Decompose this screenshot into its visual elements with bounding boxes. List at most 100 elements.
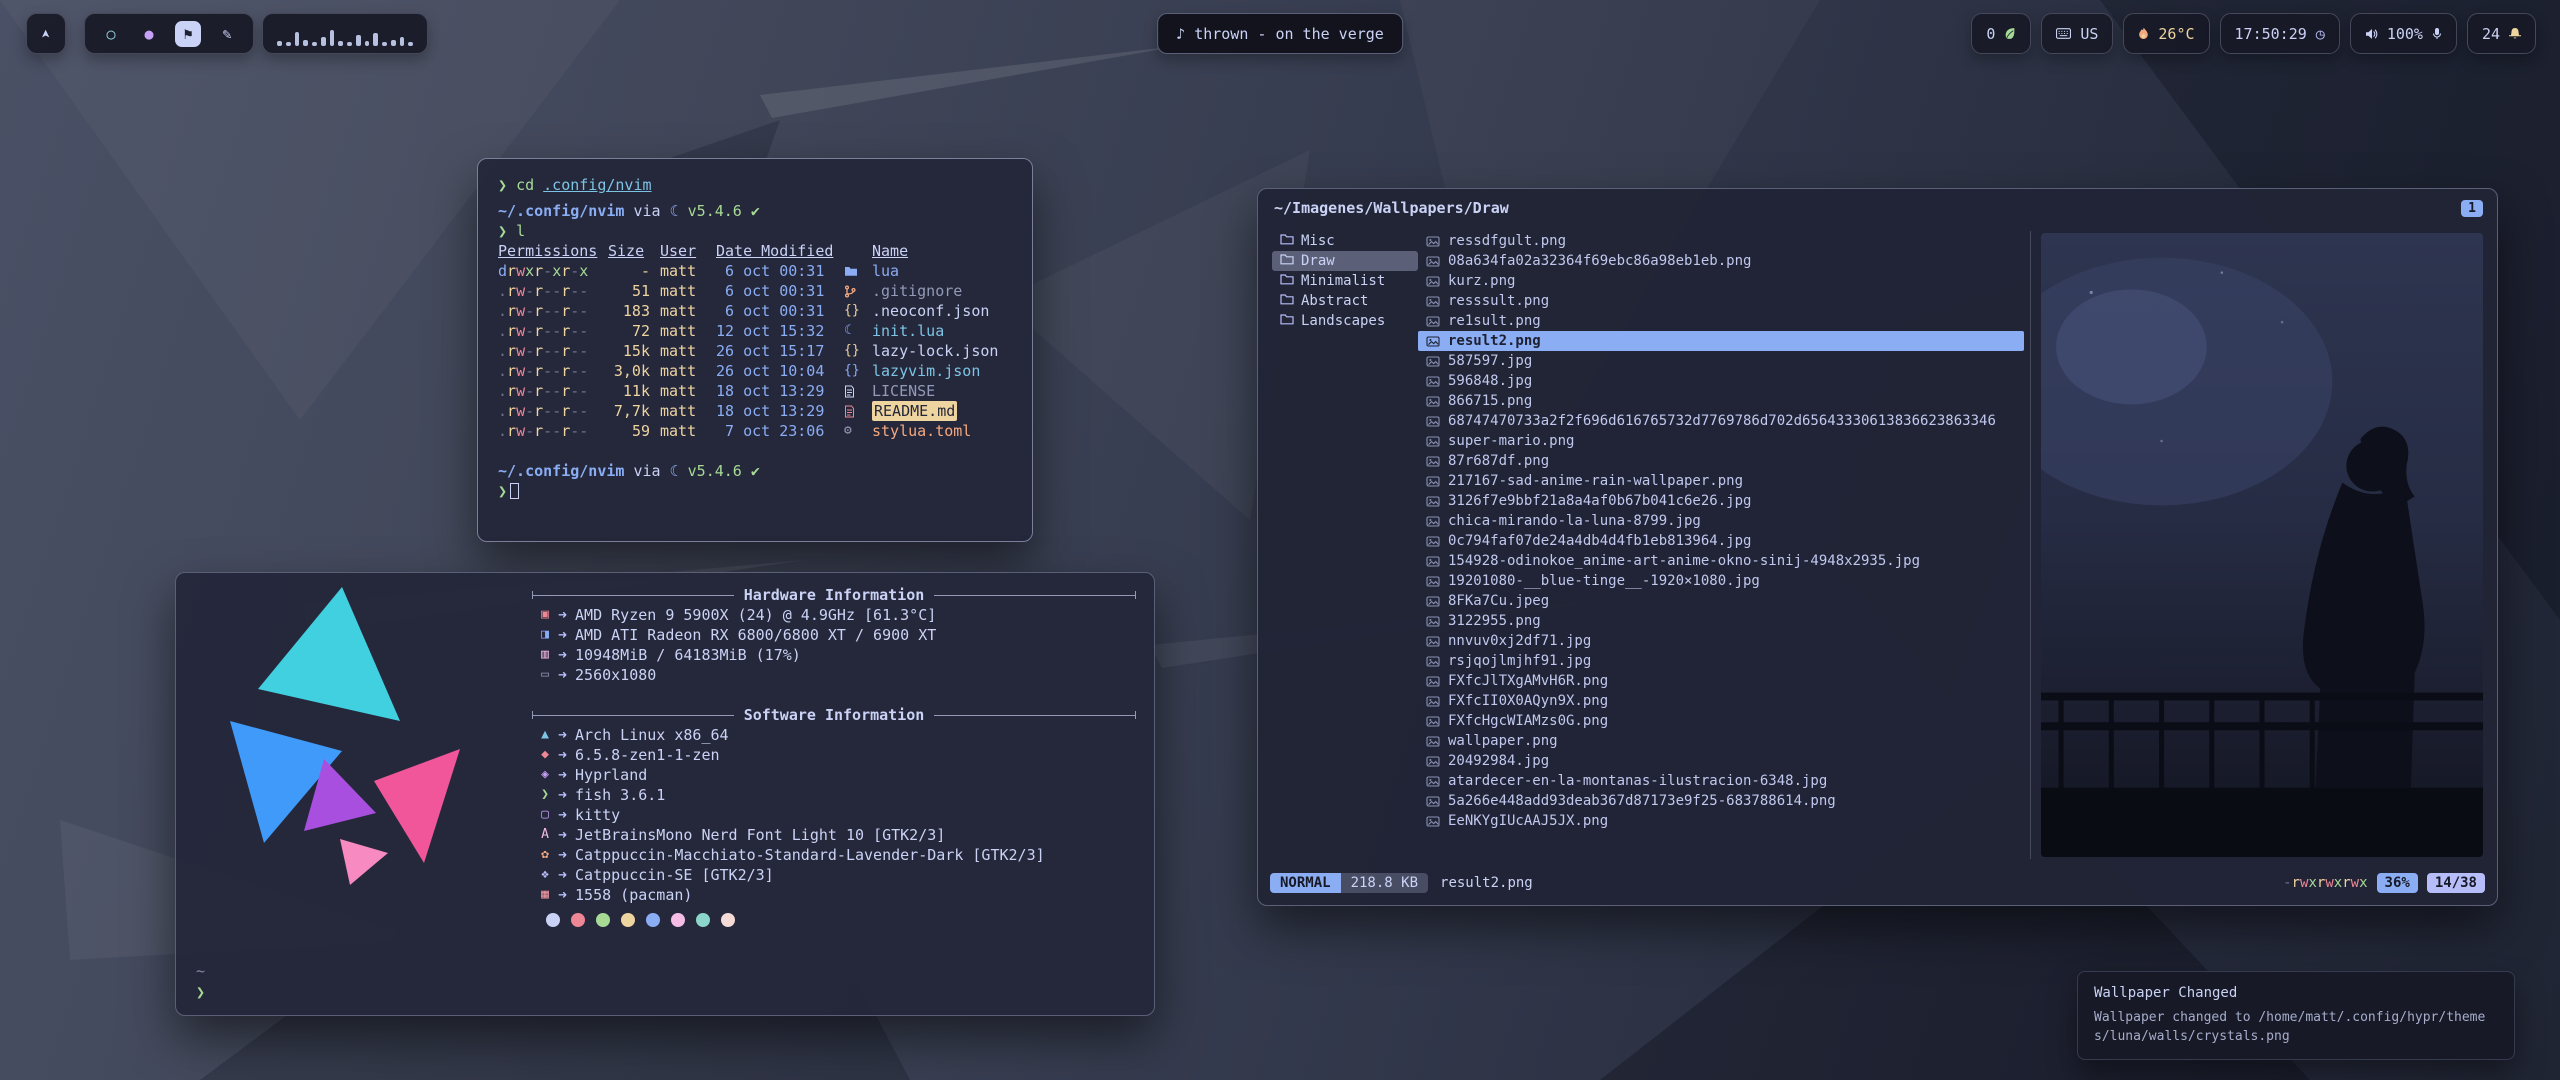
tab-badge[interactable]: 1	[2461, 200, 2483, 217]
image-icon	[1426, 316, 1440, 327]
flame-icon	[2138, 27, 2149, 41]
file-row[interactable]: 87r687df.png	[1418, 451, 2024, 471]
file-row[interactable]: kurz.png	[1418, 271, 2024, 291]
visualizer-bar	[400, 37, 405, 46]
visualizer-bar	[356, 35, 361, 46]
visualizer-bar	[321, 37, 326, 46]
folder-sidebar: MiscDrawMinimalistAbstractLandscapes	[1268, 231, 1418, 859]
file-row[interactable]: 154928-odinokoe_anime-art-anime-okno-sin…	[1418, 551, 2024, 571]
visualizer-bar	[286, 42, 291, 46]
os-icon: ▲	[532, 725, 558, 745]
color-palette	[546, 913, 1136, 927]
git-icon	[844, 285, 866, 298]
listing-row: .rw-r--r--72matt12 oct 15:32☾init.lua	[498, 321, 1012, 341]
image-icon	[1426, 356, 1440, 367]
info-line: ▣➜AMD Ryzen 9 5900X (24) @ 4.9GHz [61.3°…	[532, 605, 1136, 625]
keyboard-layout: US	[2080, 25, 2098, 43]
file-row[interactable]: EeNKYgIUcAAJ5JX.png	[1418, 811, 2024, 831]
gpu-icon: ◨	[532, 625, 558, 645]
braces-icon: {}	[844, 301, 866, 321]
file-row[interactable]: 596848.jpg	[1418, 371, 2024, 391]
prompt-context: ~/.config/nvim via ☾ v5.4.6 ✔	[498, 201, 1012, 221]
file-row[interactable]: 20492984.jpg	[1418, 751, 2024, 771]
arrow-icon: ➜	[558, 885, 567, 905]
file-row[interactable]: 8FKa7Cu.jpeg	[1418, 591, 2024, 611]
scroll-progress: 36%	[2377, 873, 2418, 893]
column-header: Name	[872, 241, 908, 261]
file-row[interactable]: 19201080-__blue-tinge__-1920×1080.jpg	[1418, 571, 2024, 591]
file-row[interactable]: 587597.jpg	[1418, 351, 2024, 371]
visualizer-bar	[373, 33, 378, 46]
file-row[interactable]: resssult.png	[1418, 291, 2024, 311]
arrow-icon: ➜	[558, 825, 567, 845]
image-icon	[1426, 476, 1440, 487]
file-row[interactable]: 3122955.png	[1418, 611, 2024, 631]
sidebar-item-landscapes[interactable]: Landscapes	[1272, 311, 1418, 331]
palette-dot	[546, 913, 560, 927]
column-header: Permissions	[498, 241, 598, 261]
status-bar: NORMAL 218.8 KB result2.png -rwxrwxrwx 3…	[1270, 870, 2485, 895]
clock-pill[interactable]: 17:50:29 ◷	[2220, 13, 2340, 54]
file-row[interactable]: FXfcHgcWIAMzs0G.png	[1418, 711, 2024, 731]
file-row[interactable]: 0c794faf07de24a4db4d4fb1eb813964.jpg	[1418, 531, 2024, 551]
updates-count: 0	[1986, 25, 1995, 43]
file-permissions: -rwxrwxrwx	[2283, 875, 2367, 891]
temperature-pill[interactable]: 26°C	[2123, 13, 2209, 54]
launcher-button[interactable]: ➤	[26, 13, 66, 54]
arrow-icon: ➜	[558, 725, 567, 745]
music-note-icon: ♪	[1176, 25, 1185, 43]
volume-pill[interactable]: 100%	[2350, 13, 2457, 54]
file-row[interactable]: 217167-sad-anime-rain-wallpaper.png	[1418, 471, 2024, 491]
info-line: ◨➜AMD ATI Radeon RX 6800/6800 XT / 6900 …	[532, 625, 1136, 645]
prompt-path: ~	[196, 961, 205, 982]
file-row[interactable]: 866715.png	[1418, 391, 2024, 411]
palette-dot	[571, 913, 585, 927]
file-size-badge: 218.8 KB	[1341, 873, 1428, 893]
image-icon	[1426, 716, 1440, 727]
updates-pill[interactable]: 0	[1971, 13, 2031, 54]
info-line: ▥➜10948MiB / 64183MiB (17%)	[532, 645, 1136, 665]
file-row[interactable]: 08a634fa02a32364f69ebc86a98eb1eb.png	[1418, 251, 2024, 271]
terminal-icon: ▢	[532, 805, 558, 825]
visualizer-bar	[347, 42, 352, 46]
sidebar-item-minimalist[interactable]: Minimalist	[1272, 271, 1418, 291]
file-row[interactable]: atardecer-en-la-montanas-ilustracion-634…	[1418, 771, 2024, 791]
workspace-icon-orb[interactable]: ●	[137, 22, 161, 46]
file-row[interactable]: 5a266e448add93deab367d87173e9f25-6837886…	[1418, 791, 2024, 811]
sidebar-item-draw[interactable]: Draw	[1272, 251, 1418, 271]
notification-body: Wallpaper changed to /home/matt/.config/…	[2094, 1008, 2498, 1046]
file-row[interactable]: ressdfgult.png	[1418, 231, 2024, 251]
file-row[interactable]: FXfcJlTXgAMvH6R.png	[1418, 671, 2024, 691]
workspace-icon-pencil[interactable]: ✎	[215, 22, 239, 46]
music-pill[interactable]: ♪ thrown - on the verge	[1157, 13, 1403, 54]
keyboard-layout-pill[interactable]: US	[2041, 13, 2113, 54]
speaker-icon	[2365, 28, 2378, 40]
sidebar-item-abstract[interactable]: Abstract	[1272, 291, 1418, 311]
workspace-icon-circle[interactable]: ○	[99, 22, 123, 46]
file-row[interactable]: 3126f7e9bbf21a8a4af0b67b041c6e26.jpg	[1418, 491, 2024, 511]
column-header: User	[660, 241, 706, 261]
arrow-icon: ➜	[558, 805, 567, 825]
notifications-pill[interactable]: 24	[2467, 13, 2536, 54]
file-row[interactable]: 68747470733a2f2f696d616765732d7769786d70…	[1418, 411, 2024, 431]
file-row[interactable]: rsjqojlmjhf91.jpg	[1418, 651, 2024, 671]
image-icon	[1426, 396, 1440, 407]
file-row[interactable]: super-mario.png	[1418, 431, 2024, 451]
workspace-icon-flag[interactable]: ⚑	[175, 21, 201, 47]
check-icon: ✔	[751, 462, 760, 480]
notification-popup[interactable]: Wallpaper Changed Wallpaper changed to /…	[2077, 971, 2515, 1060]
list-position: 14/38	[2427, 873, 2485, 893]
file-row[interactable]: nnvuv0xj2df71.jpg	[1418, 631, 2024, 651]
leaf-icon	[2004, 27, 2016, 40]
file-row[interactable]: FXfcII0X0AQyn9X.png	[1418, 691, 2024, 711]
status-pills: 0 US 26°C 17:50:29 ◷ 100% 24	[1971, 13, 2536, 54]
file-row[interactable]: chica-mirando-la-luna-8799.jpg	[1418, 511, 2024, 531]
audio-visualizer[interactable]	[262, 13, 428, 54]
file-row[interactable]: wallpaper.png	[1418, 731, 2024, 751]
visualizer-bar	[382, 42, 387, 46]
sidebar-item-misc[interactable]: Misc	[1272, 231, 1418, 251]
volume-value: 100%	[2387, 25, 2423, 43]
terminal-window: ❯ cd .config/nvim ~/.config/nvim via ☾ v…	[477, 158, 1033, 542]
file-row[interactable]: re1sult.png	[1418, 311, 2024, 331]
file-row[interactable]: result2.png	[1418, 331, 2024, 351]
